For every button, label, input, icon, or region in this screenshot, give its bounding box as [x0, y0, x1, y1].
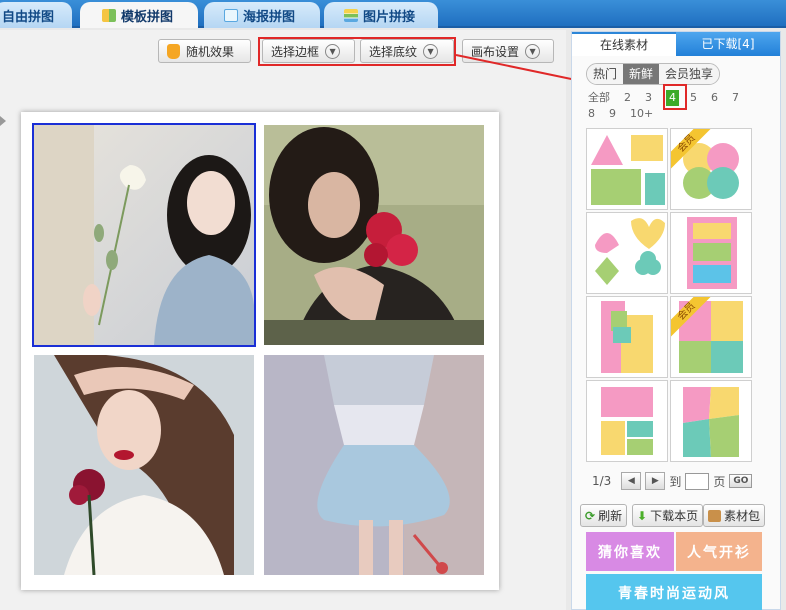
- template-thumb-8[interactable]: [670, 380, 752, 462]
- photo-girl-in-skirt: [264, 355, 484, 575]
- download-page-button[interactable]: ⬇ 下载本页: [632, 504, 704, 527]
- refresh-label: 刷新: [598, 509, 623, 523]
- template-thumb-1[interactable]: [586, 128, 668, 210]
- count-9[interactable]: 9: [609, 106, 616, 122]
- photo-woman-hand-on-head: [34, 355, 254, 575]
- refresh-button[interactable]: ⟳ 刷新: [580, 504, 628, 527]
- photo-cell-3[interactable]: [34, 355, 254, 575]
- goto-label: 到: [669, 474, 682, 489]
- tab-online-materials[interactable]: 在线素材: [572, 32, 676, 56]
- member-badge: 会员: [671, 297, 711, 337]
- collage-canvas: [21, 112, 499, 590]
- count-8[interactable]: 8: [588, 106, 595, 122]
- page-indicator: 1/3: [592, 474, 612, 488]
- filter-tabs: 热门 新鲜 会员独享: [586, 63, 721, 85]
- template-thumb-4[interactable]: [670, 212, 752, 294]
- photo-count-filter: 全部 2 3 4 5 6 7 8 9 10+: [588, 90, 763, 122]
- count-4[interactable]: 4: [666, 90, 679, 106]
- template-thumb-5[interactable]: [586, 296, 668, 378]
- count-7[interactable]: 7: [732, 90, 739, 106]
- filter-new[interactable]: 新鲜: [623, 64, 660, 84]
- template-card-suits-preview: [595, 218, 665, 285]
- filter-member-exclusive[interactable]: 会员独享: [659, 64, 720, 84]
- count-3[interactable]: 3: [645, 90, 652, 106]
- photo-cell-1[interactable]: [32, 123, 256, 347]
- prev-page-button[interactable]: ◀: [621, 472, 642, 490]
- pagination: 1/3 ◀ ▶ 到 页 GO: [592, 472, 753, 490]
- tab-downloaded[interactable]: 已下载[4]: [676, 32, 780, 56]
- go-button[interactable]: GO: [729, 474, 753, 488]
- download-page-label: 下载本页: [650, 509, 699, 523]
- next-page-button[interactable]: ▶: [645, 472, 666, 490]
- refresh-icon: ⟳: [585, 508, 596, 523]
- count-all[interactable]: 全部: [588, 90, 610, 106]
- category-youth-sport-style[interactable]: 青春时尚运动风: [586, 574, 762, 610]
- page-unit-label: 页: [713, 474, 726, 489]
- count-2[interactable]: 2: [624, 90, 631, 106]
- template-thumb-2[interactable]: 会员: [670, 128, 752, 210]
- template-thumb-6[interactable]: 会员: [670, 296, 752, 378]
- filter-hot[interactable]: 热门: [587, 64, 624, 84]
- material-panel: 在线素材 已下载[4] 热门 新鲜 会员独享 全部 2 3 4 5 6 7 8 9 10+ 会员: [571, 31, 781, 610]
- photo-cell-4[interactable]: [264, 355, 484, 575]
- photo-woman-red-rose: [264, 125, 484, 345]
- photo-woman-white-flower: [34, 125, 254, 345]
- template-tilted-preview: [683, 387, 739, 457]
- collapse-arrow-icon[interactable]: [0, 116, 6, 126]
- template-thumb-7[interactable]: [586, 380, 668, 462]
- count-10plus[interactable]: 10+: [630, 106, 653, 122]
- download-arrow-icon: ⬇: [637, 508, 648, 523]
- template-offset-preview: [601, 301, 653, 373]
- member-badge: 会员: [671, 129, 711, 169]
- category-guess-you-like[interactable]: 猜你喜欢: [586, 532, 674, 571]
- material-pack-button[interactable]: 素材包: [703, 504, 766, 527]
- material-pack-label: 素材包: [724, 509, 761, 523]
- count-6[interactable]: 6: [711, 90, 718, 106]
- category-popular-cardigan[interactable]: 人气开衫: [676, 532, 762, 571]
- template-stacked-preview: [687, 217, 737, 289]
- photo-cell-2[interactable]: [264, 125, 484, 345]
- count-5[interactable]: 5: [690, 90, 697, 106]
- template-shapes-preview: [591, 135, 665, 205]
- page-number-input[interactable]: [685, 472, 710, 490]
- template-grid-preview: [601, 387, 653, 455]
- template-thumb-3[interactable]: [586, 212, 668, 294]
- package-icon: [708, 509, 721, 522]
